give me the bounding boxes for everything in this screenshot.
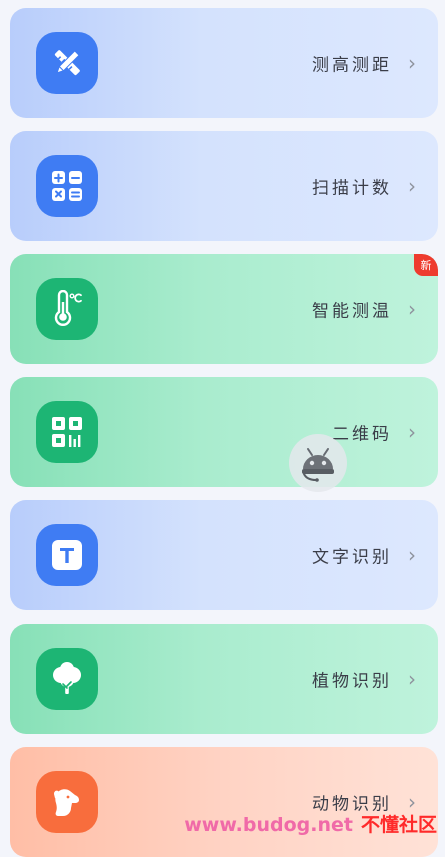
card-temperature[interactable]: 新 智能测温 › bbox=[10, 254, 438, 364]
card-qrcode-label: 二维码 bbox=[332, 424, 392, 445]
card-scan-count-label: 扫描计数 bbox=[312, 178, 392, 199]
watermark: www.budog.net 不懂社区 bbox=[184, 810, 437, 837]
chevron-right-icon: › bbox=[408, 667, 416, 691]
card-temperature-label: 智能测温 bbox=[312, 301, 392, 322]
text-t-icon bbox=[36, 524, 98, 586]
card-measure[interactable]: 测高测距 › bbox=[10, 8, 438, 118]
card-text-ocr[interactable]: 文字识别 › bbox=[10, 500, 438, 610]
watermark-site: 不懂社区 bbox=[360, 814, 437, 836]
card-plant[interactable]: 植物识别 › bbox=[10, 624, 438, 734]
ruler-pencil-icon bbox=[36, 32, 98, 94]
qrcode-icon bbox=[36, 401, 98, 463]
card-scan-count[interactable]: 扫描计数 › bbox=[10, 131, 438, 241]
floating-assistant-button[interactable] bbox=[289, 434, 347, 492]
robot-icon bbox=[302, 448, 334, 482]
tree-icon bbox=[36, 648, 98, 710]
chevron-right-icon: › bbox=[408, 790, 416, 814]
watermark-url: www.budog.net bbox=[184, 814, 353, 836]
dog-icon bbox=[36, 771, 98, 833]
card-plant-label: 植物识别 bbox=[312, 671, 392, 692]
card-animal[interactable]: 动物识别 › bbox=[10, 747, 438, 857]
thermometer-icon bbox=[36, 278, 98, 340]
card-text-ocr-label: 文字识别 bbox=[312, 547, 392, 568]
card-qrcode[interactable]: 二维码 › bbox=[10, 377, 438, 487]
new-badge: 新 bbox=[414, 254, 438, 276]
chevron-right-icon: › bbox=[408, 543, 416, 567]
calculator-icon bbox=[36, 155, 98, 217]
chevron-right-icon: › bbox=[408, 174, 416, 198]
chevron-right-icon: › bbox=[408, 297, 416, 321]
chevron-right-icon: › bbox=[408, 420, 416, 444]
chevron-right-icon: › bbox=[408, 51, 416, 75]
card-measure-label: 测高测距 bbox=[312, 55, 392, 76]
